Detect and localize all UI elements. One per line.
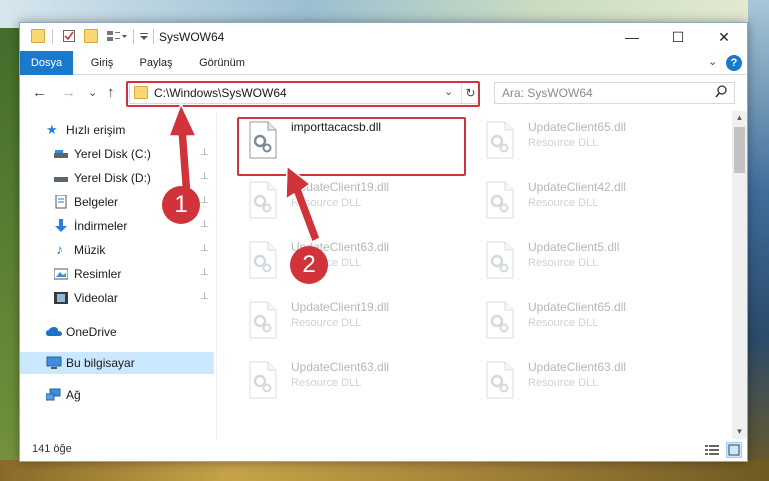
- annotation-arrows: [168, 103, 321, 243]
- step-1-badge: 1: [162, 186, 200, 224]
- step-2-badge: 2: [290, 246, 328, 284]
